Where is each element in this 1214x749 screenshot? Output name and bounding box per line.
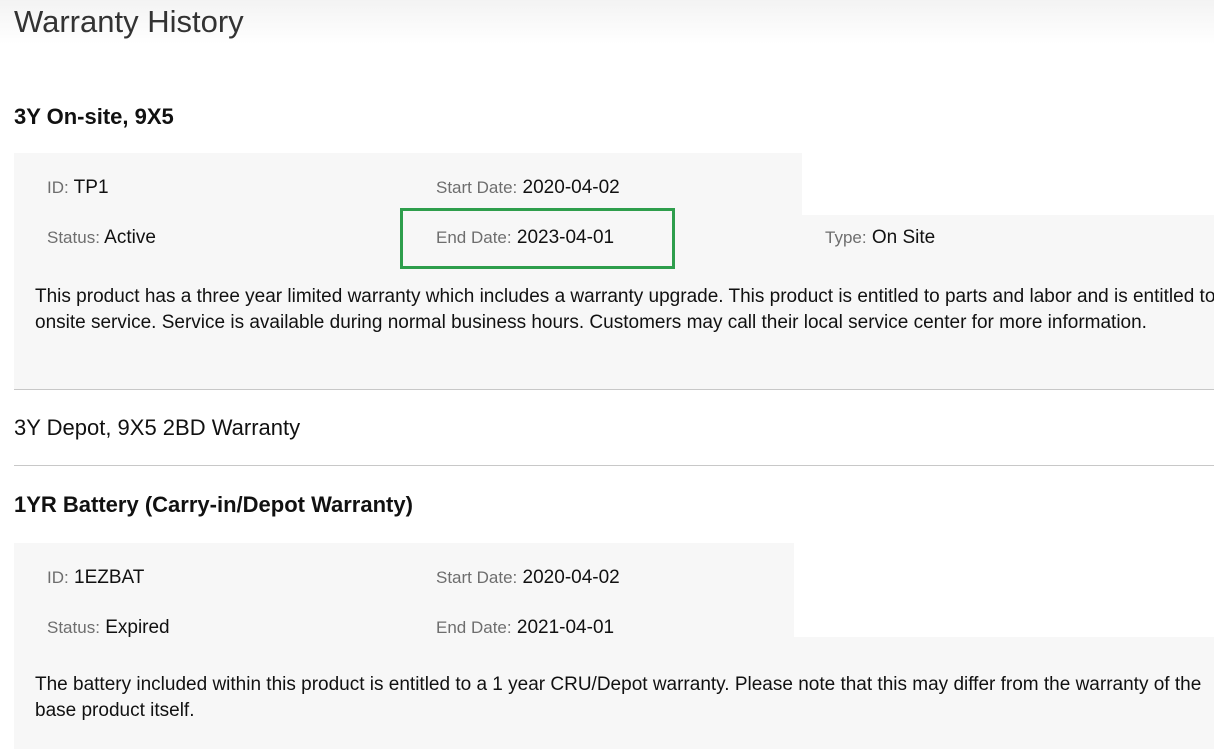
status-label: Status: xyxy=(47,228,100,247)
id-label: ID: xyxy=(47,178,69,197)
start-date-field: Start Date: 2020-04-02 xyxy=(436,177,620,199)
status-field: Status: Active xyxy=(47,227,156,249)
id-value: TP1 xyxy=(73,177,109,198)
id-label: ID: xyxy=(47,568,69,587)
end-date-highlight-box xyxy=(400,208,675,269)
start-date-value: 2020-04-02 xyxy=(522,567,620,588)
id-value: 1EZBAT xyxy=(74,567,145,588)
warranty-title-depot[interactable]: 3Y Depot, 9X5 2BD Warranty xyxy=(14,415,300,441)
end-date-label: End Date: xyxy=(436,618,512,637)
type-label: Type: xyxy=(825,228,867,247)
type-field: Type: On Site xyxy=(825,227,935,249)
start-date-field: Start Date: 2020-04-02 xyxy=(436,567,620,589)
warranty-id-field: ID: 1EZBAT xyxy=(47,567,144,589)
status-field: Status: Expired xyxy=(47,617,170,639)
warranty-title-onsite: 3Y On-site, 9X5 xyxy=(14,104,174,129)
start-date-value: 2020-04-02 xyxy=(522,177,620,198)
warranty-title-battery: 1YR Battery (Carry-in/Depot Warranty) xyxy=(14,492,413,517)
divider xyxy=(14,389,1214,390)
status-value: Active xyxy=(104,227,156,248)
status-label: Status: xyxy=(47,618,100,637)
status-value: Expired xyxy=(105,617,170,638)
end-date-value: 2021-04-01 xyxy=(516,617,615,638)
warranty-description-onsite: This product has a three year limited wa… xyxy=(35,286,1214,333)
warranty-description-battery: The battery included within this product… xyxy=(35,674,1202,721)
divider xyxy=(14,465,1214,466)
warranty-panel-onsite-top xyxy=(14,153,802,215)
warranty-id-field: ID: TP1 xyxy=(47,177,109,199)
start-date-label: Start Date: xyxy=(436,178,518,197)
end-date-field: End Date: 2021-04-01 xyxy=(436,617,614,639)
page-title: Warranty History xyxy=(14,4,244,39)
type-value: On Site xyxy=(871,227,936,248)
start-date-label: Start Date: xyxy=(436,568,518,587)
